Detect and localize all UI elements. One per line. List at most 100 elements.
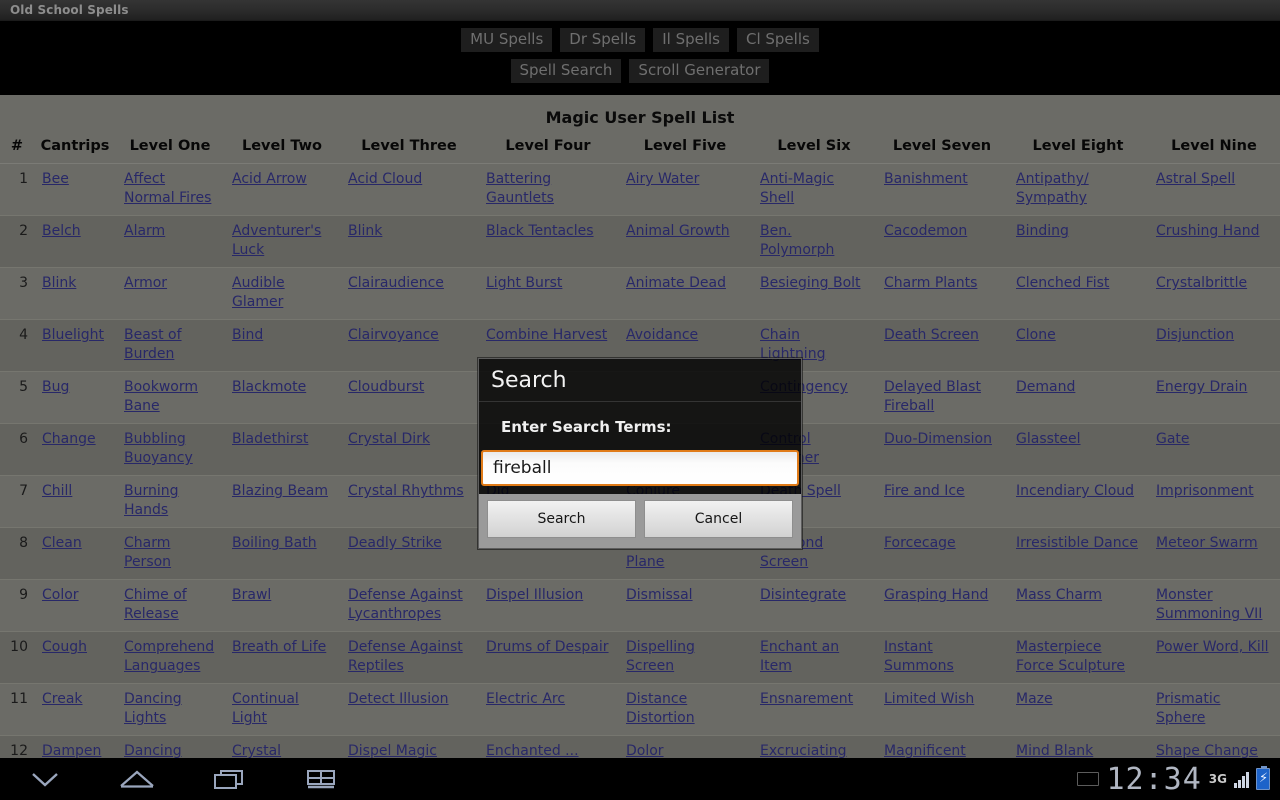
spell-link[interactable]: Detect Illusion (348, 691, 449, 707)
spell-link[interactable]: Change (42, 431, 96, 447)
spell-link[interactable]: Black Tentacles (486, 223, 594, 239)
spell-link[interactable]: Blink (42, 275, 76, 291)
spell-link[interactable]: Antipathy/ Sympathy (1016, 171, 1089, 206)
spell-link[interactable]: Boiling Bath (232, 535, 317, 551)
spell-link[interactable]: Ensnarement (760, 691, 853, 707)
spell-link[interactable]: Bluelight (42, 327, 104, 343)
spell-link[interactable]: Alarm (124, 223, 165, 239)
spell-link[interactable]: Monster Summoning VII (1156, 587, 1262, 622)
spell-link[interactable]: Armor (124, 275, 167, 291)
nav-dr-spells[interactable]: Dr Spells (560, 28, 645, 52)
spell-link[interactable]: Comprehend Languages (124, 639, 214, 674)
spell-link[interactable]: Continual Light (232, 691, 299, 726)
spell-link[interactable]: Light Burst (486, 275, 562, 291)
spell-link[interactable]: Crystal Rhythms (348, 483, 464, 499)
spell-link[interactable]: Crystalbrittle (1156, 275, 1247, 291)
keyboard-icon[interactable] (1077, 772, 1099, 786)
spell-link[interactable]: Banishment (884, 171, 968, 187)
spell-link[interactable]: Electric Arc (486, 691, 565, 707)
spell-link[interactable]: Blazing Beam (232, 483, 328, 499)
spell-link[interactable]: Dolor (626, 743, 664, 759)
spell-link[interactable]: Prismatic Sphere (1156, 691, 1220, 726)
spell-link[interactable]: Dispel Illusion (486, 587, 583, 603)
spell-link[interactable]: Crushing Hand (1156, 223, 1260, 239)
spell-link[interactable]: Bee (42, 171, 69, 187)
menu-grid-icon[interactable] (298, 764, 344, 794)
spell-link[interactable]: Duo-Dimension (884, 431, 992, 447)
spell-link[interactable]: Clairvoyance (348, 327, 439, 343)
spell-link[interactable]: Disjunction (1156, 327, 1234, 343)
spell-link[interactable]: Masterpiece Force Sculpture (1016, 639, 1125, 674)
spell-link[interactable]: Astral Spell (1156, 171, 1235, 187)
spell-link[interactable]: Animate Dead (626, 275, 726, 291)
back-icon[interactable] (22, 764, 68, 794)
spell-link[interactable]: Airy Water (626, 171, 699, 187)
spell-link[interactable]: Besieging Bolt (760, 275, 861, 291)
spell-link[interactable]: Burning Hands (124, 483, 179, 518)
recents-icon[interactable] (206, 764, 252, 794)
spell-link[interactable]: Energy Drain (1156, 379, 1247, 395)
spell-link[interactable]: Dispel Magic (348, 743, 437, 759)
spell-link[interactable]: Avoidance (626, 327, 698, 343)
spell-link[interactable]: Meteor Swarm (1156, 535, 1258, 551)
spell-link[interactable]: Glassteel (1016, 431, 1081, 447)
spell-link[interactable]: Acid Arrow (232, 171, 307, 187)
spell-link[interactable]: Delayed Blast Fireball (884, 379, 981, 414)
spell-link[interactable]: Chill (42, 483, 72, 499)
spell-link[interactable]: Imprisonment (1156, 483, 1254, 499)
spell-link[interactable]: Combine Harvest (486, 327, 607, 343)
spell-link[interactable]: Charm Person (124, 535, 171, 570)
spell-link[interactable]: Forcecage (884, 535, 956, 551)
spell-link[interactable]: Shape Change (1156, 743, 1258, 759)
spell-link[interactable]: Defense Against Lycanthropes (348, 587, 463, 622)
spell-link[interactable]: Charm Plants (884, 275, 977, 291)
spell-link[interactable]: Cough (42, 639, 87, 655)
spell-link[interactable]: Gate (1156, 431, 1190, 447)
search-cancel-button[interactable]: Cancel (644, 500, 793, 538)
spell-link[interactable]: Demand (1016, 379, 1075, 395)
spell-link[interactable]: Battering Gauntlets (486, 171, 554, 206)
spell-link[interactable]: Blink (348, 223, 382, 239)
search-confirm-button[interactable]: Search (487, 500, 636, 538)
spell-link[interactable]: Enchanted ... (486, 743, 579, 759)
spell-link[interactable]: Deadly Strike (348, 535, 442, 551)
spell-link[interactable]: Bind (232, 327, 263, 343)
spell-link[interactable]: Bladethirst (232, 431, 308, 447)
spell-link[interactable]: Limited Wish (884, 691, 974, 707)
nav-spell-search[interactable]: Spell Search (511, 59, 622, 83)
spell-link[interactable]: Distance Distortion (626, 691, 695, 726)
spell-link[interactable]: Binding (1016, 223, 1069, 239)
spell-link[interactable]: Dampen (42, 743, 101, 759)
spell-link[interactable]: Crystal Dirk (348, 431, 430, 447)
spell-link[interactable]: Clean (42, 535, 82, 551)
spell-link[interactable]: Audible Glamer (232, 275, 285, 310)
spell-link[interactable]: Chain Lightning (760, 327, 825, 362)
spell-link[interactable]: Cacodemon (884, 223, 967, 239)
spell-link[interactable]: Dancing Lights (124, 691, 182, 726)
spell-link[interactable]: Maze (1016, 691, 1053, 707)
spell-link[interactable]: Affect Normal Fires (124, 171, 211, 206)
spell-link[interactable]: Clone (1016, 327, 1056, 343)
spell-link[interactable]: Fire and Ice (884, 483, 965, 499)
nav-il-spells[interactable]: Il Spells (653, 28, 729, 52)
spell-link[interactable]: Disintegrate (760, 587, 846, 603)
spell-link[interactable]: Bookworm Bane (124, 379, 198, 414)
spell-link[interactable]: Breath of Life (232, 639, 326, 655)
spell-link[interactable]: Bubbling Buoyancy (124, 431, 193, 466)
home-icon[interactable] (114, 764, 160, 794)
spell-link[interactable]: Incendiary Cloud (1016, 483, 1134, 499)
spell-link[interactable]: Dismissal (626, 587, 693, 603)
spell-link[interactable]: Blackmote (232, 379, 306, 395)
spell-link[interactable]: Mind Blank (1016, 743, 1093, 759)
spell-link[interactable]: Power Word, Kill (1156, 639, 1269, 655)
nav-scroll-generator[interactable]: Scroll Generator (629, 59, 769, 83)
spell-link[interactable]: Defense Against Reptiles (348, 639, 463, 674)
nav-cl-spells[interactable]: Cl Spells (737, 28, 819, 52)
spell-link[interactable]: Dispelling Screen (626, 639, 695, 674)
spell-link[interactable]: Bug (42, 379, 69, 395)
spell-link[interactable]: Belch (42, 223, 81, 239)
spell-link[interactable]: Ben. Polymorph (760, 223, 834, 258)
spell-link[interactable]: Creak (42, 691, 83, 707)
spell-link[interactable]: Mass Charm (1016, 587, 1102, 603)
search-input[interactable] (481, 450, 799, 486)
